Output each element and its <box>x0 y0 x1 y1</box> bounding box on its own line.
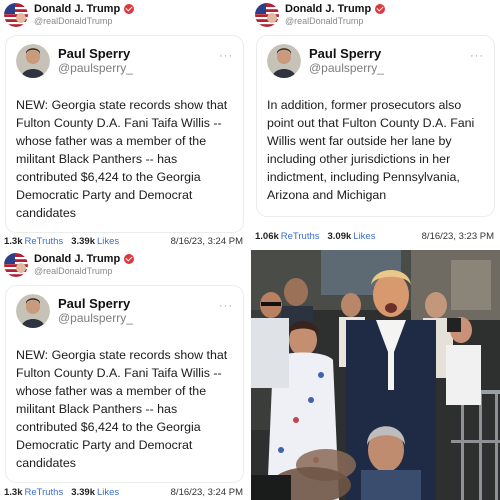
quoted-author-name[interactable]: Paul Sperry <box>309 46 384 61</box>
quoted-author-handle[interactable]: @paulsperry_ <box>58 311 133 326</box>
quoted-post-text: In addition, former prosecutors also poi… <box>267 98 475 202</box>
retruths-count[interactable]: 1.06k <box>255 231 279 242</box>
likes-label[interactable]: Likes <box>97 487 119 498</box>
post-stats: 1.06k ReTruths 3.09k Likes 8/16/23, 3:23… <box>255 229 494 243</box>
author-name[interactable]: Donald J. Trump <box>285 3 371 15</box>
post-stats: 1.3k ReTruths 3.39k Likes 8/16/23, 3:24 … <box>4 485 243 499</box>
quoted-post-text: NEW: Georgia state records show that Ful… <box>16 348 228 470</box>
post-panel-1: Donald J. Trump @realDonaldTrump Paul Sp… <box>0 0 249 250</box>
author-avatar[interactable] <box>4 253 28 277</box>
post-header[interactable]: Donald J. Trump @realDonaldTrump <box>255 2 386 28</box>
retruths-label[interactable]: ReTruths <box>25 236 64 247</box>
post-panel-2: Donald J. Trump @realDonaldTrump Paul Sp… <box>251 0 500 248</box>
author-handle[interactable]: @realDonaldTrump <box>34 15 134 27</box>
author-avatar[interactable] <box>255 3 279 27</box>
author-name[interactable]: Donald J. Trump <box>34 253 120 265</box>
quoted-post-card[interactable]: Paul Sperry @paulsperry_ ··· In addition… <box>257 36 494 216</box>
photo-illustration <box>251 250 500 500</box>
verified-badge-icon <box>124 4 135 14</box>
more-options-icon[interactable]: ··· <box>219 50 233 62</box>
quoted-post-card[interactable]: Paul Sperry @paulsperry_ ··· NEW: Georgi… <box>6 36 243 232</box>
quoted-author-name[interactable]: Paul Sperry <box>58 46 133 61</box>
quoted-avatar[interactable] <box>16 294 50 328</box>
post-date[interactable]: 8/16/23, 3:23 PM <box>422 231 494 242</box>
more-options-icon[interactable]: ··· <box>470 50 484 62</box>
more-options-icon[interactable]: ··· <box>219 300 233 312</box>
author-handle[interactable]: @realDonaldTrump <box>285 15 385 27</box>
quoted-author-handle[interactable]: @paulsperry_ <box>309 61 384 76</box>
quoted-avatar[interactable] <box>16 44 50 78</box>
likes-count[interactable]: 3.39k <box>71 236 95 247</box>
retruths-count[interactable]: 1.3k <box>4 487 23 498</box>
post-stats: 1.3k ReTruths 3.39k Likes 8/16/23, 3:24 … <box>4 234 243 248</box>
post-date[interactable]: 8/16/23, 3:24 PM <box>171 236 243 247</box>
likes-count[interactable]: 3.39k <box>71 487 95 498</box>
retruths-label[interactable]: ReTruths <box>25 487 64 498</box>
quoted-avatar[interactable] <box>267 44 301 78</box>
post-panel-3: Donald J. Trump @realDonaldTrump Paul Sp… <box>0 250 249 500</box>
verified-badge-icon <box>375 4 386 14</box>
quoted-post-card[interactable]: Paul Sperry @paulsperry_ ··· NEW: Georgi… <box>6 286 243 482</box>
author-avatar[interactable] <box>4 3 28 27</box>
author-name[interactable]: Donald J. Trump <box>34 3 120 15</box>
quoted-author-name[interactable]: Paul Sperry <box>58 296 133 311</box>
likes-label[interactable]: Likes <box>353 231 375 242</box>
verified-badge-icon <box>124 254 135 264</box>
author-handle[interactable]: @realDonaldTrump <box>34 265 134 277</box>
post-date[interactable]: 8/16/23, 3:24 PM <box>171 487 243 498</box>
likes-label[interactable]: Likes <box>97 236 119 247</box>
post-header[interactable]: Donald J. Trump @realDonaldTrump <box>4 2 135 28</box>
retruths-count[interactable]: 1.3k <box>4 236 23 247</box>
crowd-photo <box>251 250 500 500</box>
post-header[interactable]: Donald J. Trump @realDonaldTrump <box>4 252 135 278</box>
quoted-author-handle[interactable]: @paulsperry_ <box>58 61 133 76</box>
panel-divider <box>249 0 251 500</box>
quoted-post-text: NEW: Georgia state records show that Ful… <box>16 98 228 220</box>
retruths-label[interactable]: ReTruths <box>281 231 320 242</box>
likes-count[interactable]: 3.09k <box>328 231 352 242</box>
